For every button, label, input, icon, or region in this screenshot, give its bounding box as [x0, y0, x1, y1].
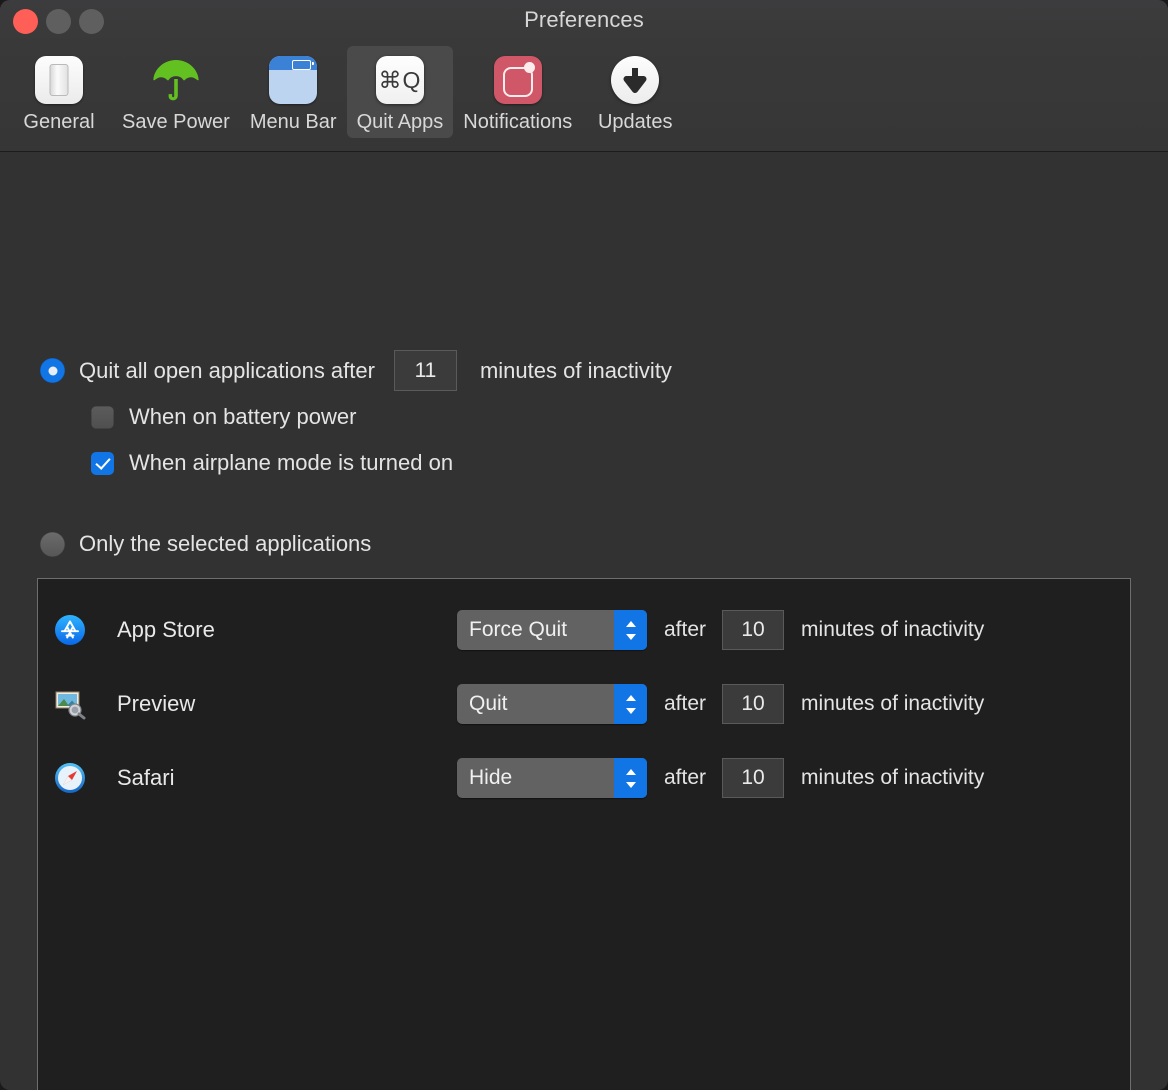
quit-all-applications-row: Quit all open applications after 11 minu…	[40, 350, 672, 391]
app-name: Safari	[117, 765, 175, 790]
toolbar-tab-updates-label: Updates	[597, 111, 673, 133]
battery-power-label: When on battery power	[129, 404, 357, 429]
stepper-arrows-icon[interactable]	[614, 684, 647, 724]
window-title: Preferences	[524, 7, 644, 32]
stepper-arrows-icon[interactable]	[614, 758, 647, 798]
inactivity-label: minutes of inactivity	[801, 692, 985, 715]
safari-icon	[54, 762, 86, 794]
app-name: App Store	[117, 617, 215, 642]
applications-list[interactable]: App Store Force Quit after 10 minutes of…	[37, 578, 1131, 1090]
toolbar-tab-menu-bar[interactable]: Menu Bar	[240, 46, 347, 138]
command-q-icon: ⌘Q	[372, 52, 428, 108]
window-titlebar: Preferences	[0, 0, 1168, 44]
stepper-arrows-icon[interactable]	[614, 610, 647, 650]
table-row[interactable]: Safari Hide after 10 minutes of inactivi…	[38, 741, 1130, 815]
quit-all-minutes-input[interactable]: 11	[393, 350, 457, 391]
table-row[interactable]: App Store Force Quit after 10 minutes of…	[38, 593, 1130, 667]
preview-icon	[54, 688, 86, 720]
toolbar-tab-general-label: General	[23, 111, 95, 133]
download-arrow-icon	[607, 52, 663, 108]
airplane-mode-checkbox[interactable]	[91, 451, 114, 475]
after-label: after	[664, 766, 707, 789]
app-store-icon	[54, 614, 86, 646]
only-selected-applications-row: Only the selected applications	[40, 531, 371, 557]
switch-icon	[31, 52, 87, 108]
airplane-mode-label: When airplane mode is turned on	[129, 450, 454, 475]
airplane-mode-row: When airplane mode is turned on	[91, 450, 453, 476]
preferences-window: Preferences General Save Power Menu Bar …	[0, 0, 1168, 1090]
quit-all-applications-label: Quit all open applications after	[79, 357, 375, 383]
toolbar-tab-notifications[interactable]: Notifications	[453, 46, 582, 138]
app-action-value: Force Quit	[469, 618, 568, 641]
after-label: after	[664, 692, 707, 715]
app-minutes-input[interactable]: 10	[722, 684, 785, 724]
toolbar-tab-general[interactable]: General	[6, 46, 112, 138]
table-row[interactable]: Preview Quit after 10 minutes of inactiv…	[38, 667, 1130, 741]
app-action-value: Quit	[469, 692, 508, 715]
quit-all-minutes-suffix-label: minutes of inactivity	[479, 357, 672, 383]
only-selected-applications-radio[interactable]	[40, 531, 65, 557]
battery-power-row: When on battery power	[91, 404, 356, 430]
umbrella-icon	[148, 52, 204, 108]
toolbar-tab-updates[interactable]: Updates	[582, 46, 688, 138]
app-name: Preview	[117, 691, 196, 716]
toolbar-tab-save-power-label: Save Power	[122, 111, 230, 133]
toolbar-tab-quit-apps[interactable]: ⌘Q Quit Apps	[346, 46, 454, 138]
app-action-select[interactable]: Hide	[457, 758, 647, 798]
app-action-value: Hide	[469, 766, 513, 789]
menubar-icon	[265, 52, 321, 108]
app-minutes-input[interactable]: 10	[722, 758, 785, 798]
toolbar-tab-menu-bar-label: Menu Bar	[249, 111, 337, 133]
inactivity-label: minutes of inactivity	[801, 618, 985, 641]
after-label: after	[664, 618, 707, 641]
app-action-select[interactable]: Force Quit	[457, 610, 647, 650]
only-selected-applications-label: Only the selected applications	[79, 531, 372, 556]
app-minutes-input[interactable]: 10	[722, 610, 785, 650]
inactivity-label: minutes of inactivity	[801, 766, 985, 789]
toolbar-tab-quit-apps-label: Quit Apps	[356, 111, 444, 133]
quit-all-applications-radio[interactable]	[40, 358, 65, 383]
battery-power-checkbox[interactable]	[91, 405, 114, 429]
applications-list-rows: App Store Force Quit after 10 minutes of…	[38, 579, 1130, 815]
preferences-toolbar: General Save Power Menu Bar ⌘Q Quit Apps…	[0, 44, 1168, 152]
toolbar-tab-save-power[interactable]: Save Power	[112, 46, 240, 138]
app-action-select[interactable]: Quit	[457, 684, 647, 724]
notification-icon	[490, 52, 546, 108]
toolbar-tab-notifications-label: Notifications	[463, 111, 573, 133]
